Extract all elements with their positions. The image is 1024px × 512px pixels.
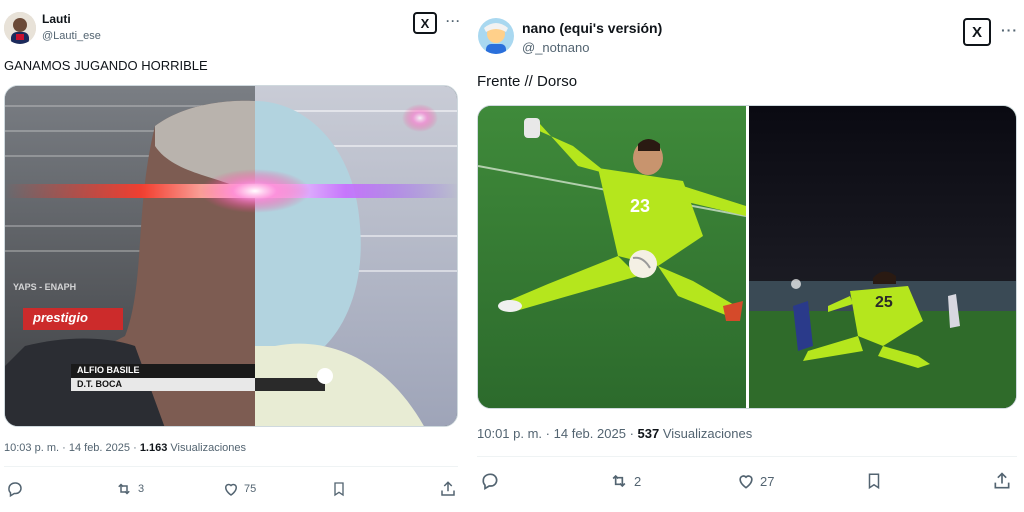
views-count: 537	[637, 426, 660, 441]
like-button[interactable]: 27	[736, 471, 774, 491]
image-banner-text: prestigio	[33, 310, 88, 325]
like-count: 27	[760, 473, 775, 489]
like-count: 75	[244, 483, 257, 495]
tweet-image[interactable]: 23 25	[477, 105, 1017, 409]
tweet-card-left: Lauti @Lauti_ese X ··· GANAMOS JUGANDO H…	[0, 0, 464, 512]
jersey-number-right: 25	[875, 294, 893, 311]
meta-separator: ·	[62, 442, 66, 454]
tweet-meta: 10:01 p. m. · 14 feb. 2025 · 537 Visuali…	[477, 426, 752, 441]
meta-separator: ·	[133, 442, 137, 454]
more-icon[interactable]: ···	[1001, 22, 1018, 38]
reply-button[interactable]	[6, 480, 28, 498]
x-logo-icon[interactable]: X	[413, 12, 437, 34]
image-caption-role: D.T. BOCA	[77, 379, 122, 389]
bookmark-button[interactable]	[865, 471, 883, 491]
views-label: Visualizaciones	[170, 442, 247, 454]
display-name[interactable]: nano (equi's versión)	[522, 20, 662, 36]
tweet-meta: 10:03 p. m. · 14 feb. 2025 · 1.163 Visua…	[4, 442, 246, 454]
repost-button[interactable]: 2	[608, 471, 641, 491]
views-label: Visualizaciones	[662, 426, 753, 441]
reply-button[interactable]	[480, 471, 504, 491]
tweet-card-right: nano (equi's versión) @_notnano X ··· Fr…	[470, 0, 1024, 512]
divider	[477, 456, 1017, 457]
avatar[interactable]	[478, 18, 514, 54]
x-logo-icon[interactable]: X	[963, 18, 991, 46]
repost-button[interactable]: 3	[114, 480, 144, 498]
tweet-date[interactable]: 14 feb. 2025	[69, 442, 130, 454]
jersey-number-left: 23	[630, 196, 651, 216]
display-name[interactable]: Lauti	[42, 12, 71, 26]
avatar[interactable]	[4, 12, 36, 44]
repost-icon	[612, 474, 626, 488]
like-button[interactable]: 75	[222, 480, 256, 498]
like-icon	[739, 475, 753, 489]
tweet-date[interactable]: 14 feb. 2025	[554, 426, 626, 441]
more-icon[interactable]: ···	[446, 14, 461, 28]
share-icon	[441, 481, 455, 496]
tweet-text: Frente // Dorso	[477, 73, 578, 90]
repost-count: 2	[634, 473, 642, 489]
image-caption-name: ALFIO BASILE	[77, 365, 140, 375]
bookmark-button[interactable]	[331, 480, 347, 498]
tweet-time[interactable]: 10:01 p. m.	[477, 426, 542, 441]
user-handle[interactable]: @Lauti_ese	[42, 30, 101, 42]
bookmark-icon	[868, 473, 880, 490]
meta-separator: ·	[545, 426, 551, 441]
tweet-text: GANAMOS JUGANDO HORRIBLE	[4, 58, 208, 73]
user-handle[interactable]: @_notnano	[522, 40, 589, 55]
bookmark-icon	[334, 482, 344, 497]
like-icon	[224, 483, 238, 496]
share-button[interactable]	[439, 480, 457, 498]
reply-icon	[482, 473, 498, 490]
tweet-image[interactable]: YAPS - ENAPH prestigio ALFIO BASILE D.T.…	[4, 85, 458, 427]
meta-separator: ·	[629, 426, 634, 441]
reply-icon	[8, 482, 22, 498]
tweet-time[interactable]: 10:03 p. m.	[4, 442, 59, 454]
share-button[interactable]	[992, 471, 1012, 491]
views-count: 1.163	[139, 442, 168, 454]
image-stands-text: YAPS - ENAPH	[13, 282, 77, 292]
divider	[4, 466, 458, 467]
repost-count: 3	[138, 483, 145, 495]
share-icon	[994, 472, 1010, 489]
repost-icon	[118, 483, 130, 495]
